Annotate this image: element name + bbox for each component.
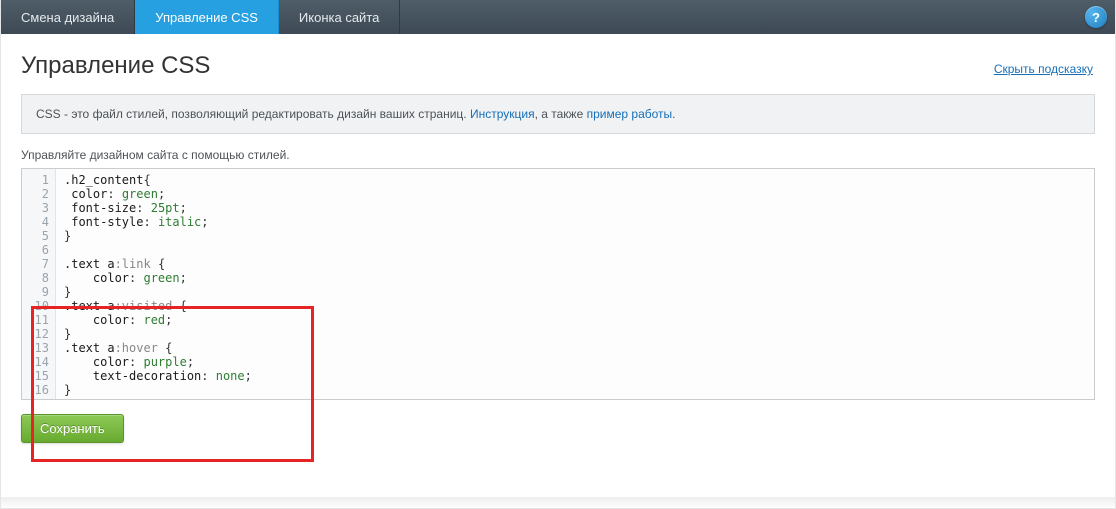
css-code-editor[interactable]: 12345678910111213141516 .h2_content{ col…: [21, 168, 1095, 400]
info-text-prefix: CSS - это файл стилей, позволяющий редак…: [36, 107, 470, 121]
tab-css-management[interactable]: Управление CSS: [135, 0, 279, 34]
info-link-example[interactable]: пример работы: [587, 107, 673, 121]
content-area: Управление CSS Скрыть подсказку CSS - эт…: [1, 34, 1115, 459]
info-text-suffix: .: [672, 107, 675, 121]
help-icon[interactable]: ?: [1085, 6, 1107, 28]
info-box: CSS - это файл стилей, позволяющий редак…: [21, 94, 1095, 134]
tab-site-icon[interactable]: Иконка сайта: [279, 0, 400, 34]
top-navigation: Смена дизайна Управление CSS Иконка сайт…: [1, 0, 1115, 34]
page-container: Смена дизайна Управление CSS Иконка сайт…: [0, 0, 1116, 509]
bottom-shadow: [1, 497, 1115, 509]
code-gutter: 12345678910111213141516: [22, 169, 56, 399]
info-link-instruction[interactable]: Инструкция: [470, 107, 535, 121]
info-text-mid: , а также: [535, 107, 587, 121]
save-button[interactable]: Сохранить: [21, 414, 124, 443]
hide-hint-link[interactable]: Скрыть подсказку: [994, 62, 1093, 76]
page-title: Управление CSS: [21, 52, 1095, 80]
code-lines[interactable]: .h2_content{ color: green; font-size: 25…: [56, 169, 1094, 399]
editor-subtitle: Управляйте дизайном сайта с помощью стил…: [21, 148, 1095, 162]
tab-design-change[interactable]: Смена дизайна: [1, 0, 135, 34]
